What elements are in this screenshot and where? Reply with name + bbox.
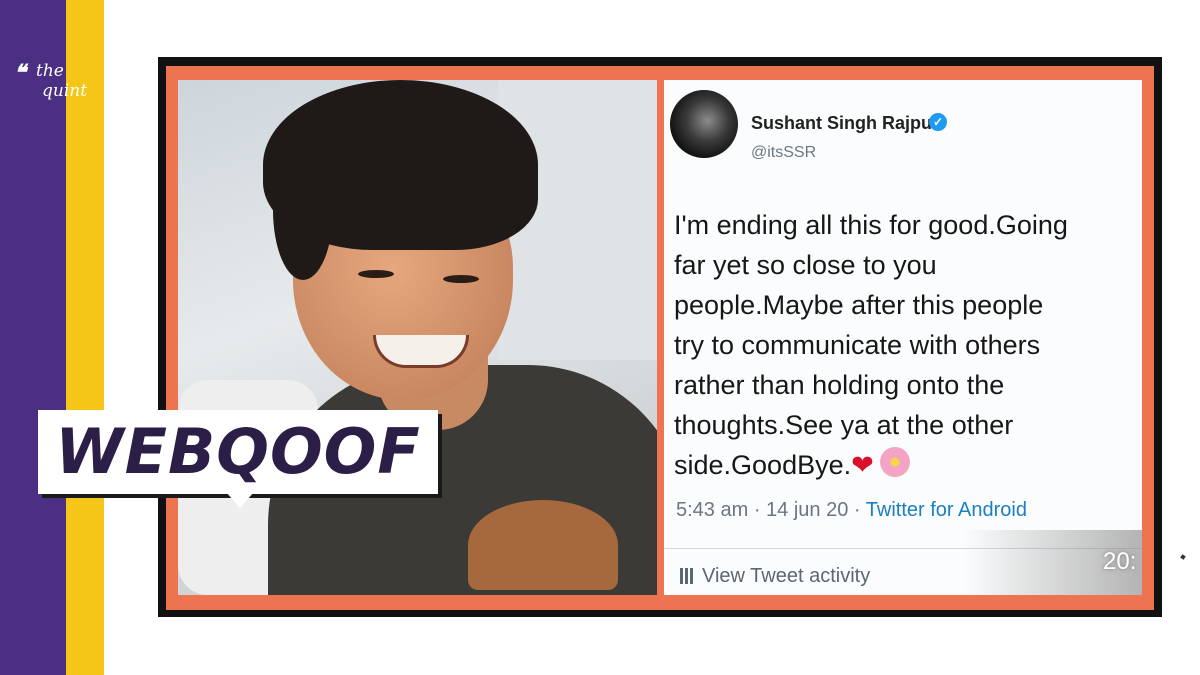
logo-text-the: the [36, 61, 64, 81]
actor-photo [178, 80, 657, 595]
the-quint-logo: ❝ the quint [14, 60, 94, 110]
badge-tail [226, 492, 254, 508]
verified-badge-icon: ✓ [929, 113, 947, 131]
author-name: Sushant Singh Rajput [751, 113, 938, 133]
tweet-screenshot: Sushant Singh Rajput ✓ @itsSSR I'm endin… [664, 80, 1142, 595]
webqoof-label: WEBQOOF [55, 415, 421, 488]
author-avatar [670, 90, 738, 158]
tweet-line-last: side.GoodBye.❤ [674, 445, 1142, 485]
view-tweet-activity-link[interactable]: View Tweet activity [680, 565, 870, 588]
tweet-line: I'm ending all this for good.Going [674, 210, 1068, 240]
tweet-line: far yet so close to you [674, 250, 937, 280]
tweet-app-link[interactable]: Twitter for Android [866, 499, 1027, 521]
tweet-line: people.Maybe after this people [674, 290, 1044, 320]
webqoof-badge: WEBQOOF [38, 410, 438, 494]
video-timestamp: 20: [1103, 548, 1137, 575]
heart-emoji-icon: ❤ [851, 450, 874, 480]
activity-label: View Tweet activity [702, 565, 871, 587]
logo-quote-mark: ❝ [14, 60, 26, 86]
logo-text-quint: quint [42, 81, 88, 101]
tweet-line: side.GoodBye. [674, 450, 852, 480]
author-handle: @itsSSR [751, 144, 817, 161]
tweet-line: try to communicate with others [674, 330, 1041, 360]
tweet-line: thoughts.See ya at the other [674, 410, 1014, 440]
tweet-body: I'm ending all this for good.Going far y… [674, 205, 1142, 485]
tweet-line: rather than holding onto the [674, 370, 1005, 400]
bar-chart-icon [680, 568, 694, 584]
tweet-time: 5:43 am · 14 jun 20 · [676, 499, 861, 521]
tweet-meta: 5:43 am · 14 jun 20 · Twitter for Androi… [676, 499, 1027, 522]
blossom-emoji-icon [879, 447, 910, 477]
